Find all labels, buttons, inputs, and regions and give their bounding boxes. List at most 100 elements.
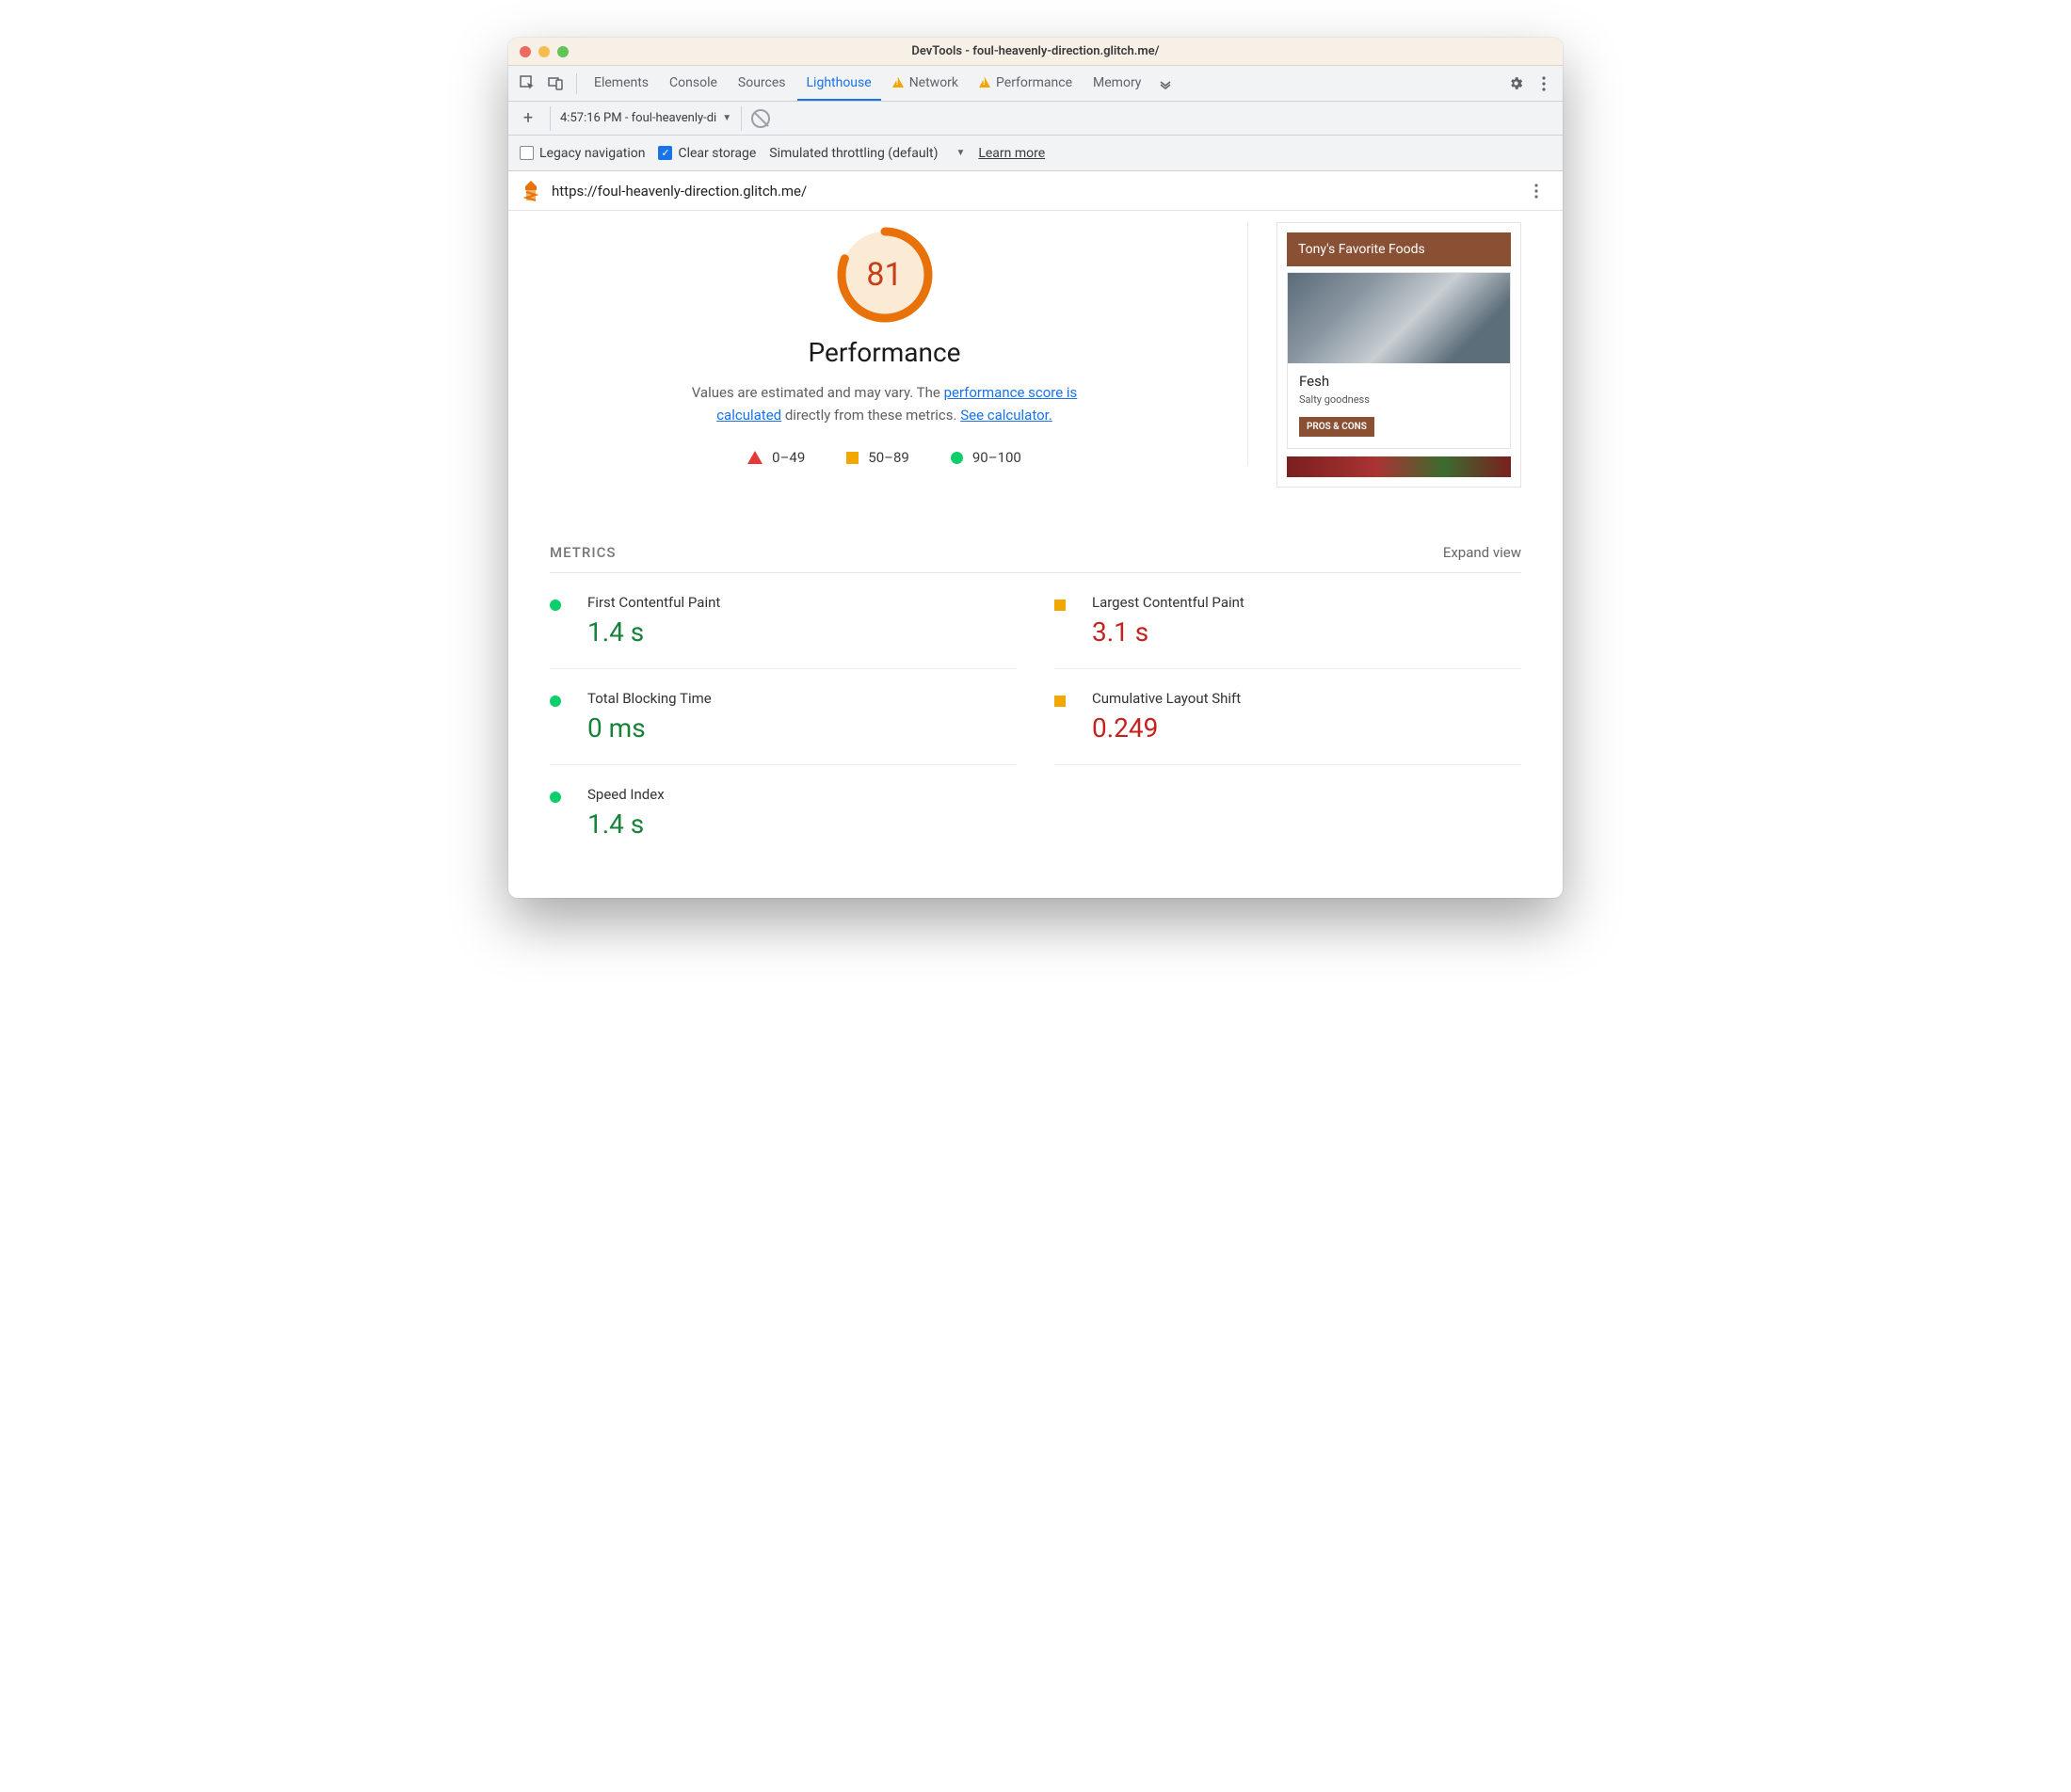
- tab-elements[interactable]: Elements: [585, 67, 658, 101]
- metric-name: Speed Index: [587, 786, 1017, 803]
- lighthouse-toolbar: + 4:57:16 PM - foul-heavenly-di ▼: [508, 102, 1563, 136]
- learn-more-link[interactable]: Learn more: [978, 146, 1045, 161]
- tab-network[interactable]: Network: [883, 67, 968, 101]
- legend-label: 0–49: [772, 449, 805, 466]
- square-icon: [846, 452, 859, 464]
- preview-card-button: PROS & CONS: [1299, 417, 1374, 437]
- metric-name: Total Blocking Time: [587, 690, 1017, 707]
- warning-icon: [979, 77, 990, 88]
- page-preview: Tony's Favorite Foods Fesh Salty goodnes…: [1276, 222, 1521, 488]
- pass-indicator-icon: [550, 696, 561, 707]
- legend-label: 90–100: [972, 449, 1021, 466]
- gauge-column: 81 Performance Values are estimated and …: [550, 222, 1248, 466]
- chevron-down-icon: ▼: [722, 113, 731, 123]
- metric-value: 0.249: [1092, 712, 1521, 744]
- checkbox-icon: [520, 146, 534, 160]
- pass-indicator-icon: [550, 600, 561, 611]
- tab-lighthouse[interactable]: Lighthouse: [797, 67, 881, 101]
- metrics-title: METRICS: [550, 544, 616, 561]
- metrics-header: METRICS Expand view: [550, 544, 1521, 573]
- gauge-title: Performance: [809, 337, 961, 368]
- tab-label: Sources: [738, 75, 786, 90]
- tab-sources[interactable]: Sources: [729, 67, 795, 101]
- throttling-label: Simulated throttling (default): [769, 146, 938, 161]
- metric-name: Largest Contentful Paint: [1092, 594, 1521, 611]
- device-toolbar-icon[interactable]: [542, 71, 569, 97]
- checkbox-icon: ✓: [658, 146, 672, 160]
- tab-label: Console: [669, 75, 717, 90]
- kebab-menu-icon[interactable]: [1531, 71, 1557, 97]
- metric-value: 1.4 s: [587, 616, 1017, 648]
- checkbox-label: Clear storage: [678, 146, 756, 161]
- audit-selector-label: 4:57:16 PM - foul-heavenly-di: [560, 111, 716, 125]
- report-url: https://foul-heavenly-direction.glitch.m…: [552, 183, 807, 200]
- preview-card-image: [1288, 273, 1510, 363]
- performance-gauge[interactable]: 81: [836, 226, 934, 324]
- checkbox-label: Legacy navigation: [539, 146, 645, 161]
- score-legend: 0–49 50–89 90–100: [747, 449, 1021, 466]
- metric-cls[interactable]: Cumulative Layout Shift 0.249: [1054, 669, 1521, 765]
- warning-icon: [892, 77, 904, 88]
- settings-gear-icon[interactable]: [1502, 71, 1529, 97]
- chevron-down-icon: ▼: [955, 148, 965, 158]
- gauge-description: Values are estimated and may vary. The p…: [678, 381, 1092, 426]
- average-indicator-icon: [1054, 600, 1066, 611]
- preview-card-body: Fesh Salty goodness PROS & CONS: [1288, 363, 1510, 448]
- gauge-score: 81: [836, 226, 934, 324]
- report-url-bar: https://foul-heavenly-direction.glitch.m…: [508, 171, 1563, 211]
- metric-value: 0 ms: [587, 712, 1017, 744]
- audit-selector[interactable]: 4:57:16 PM - foul-heavenly-di ▼: [550, 106, 742, 131]
- legend-label: 50–89: [868, 449, 909, 466]
- throttling-dropdown[interactable]: Simulated throttling (default) ▼: [769, 146, 965, 161]
- preview-card-subtitle: Salty goodness: [1299, 393, 1499, 406]
- preview-card-title: Fesh: [1299, 373, 1499, 390]
- new-audit-button[interactable]: +: [516, 106, 540, 131]
- desc-text: directly from these metrics.: [781, 407, 960, 424]
- window-title: DevTools - foul-heavenly-direction.glitc…: [508, 44, 1563, 58]
- legend-pass: 90–100: [951, 449, 1021, 466]
- pass-indicator-icon: [550, 792, 561, 803]
- more-tabs-icon[interactable]: [1152, 71, 1179, 97]
- separator: [576, 73, 577, 94]
- legend-fail: 0–49: [747, 449, 805, 466]
- metric-lcp[interactable]: Largest Contentful Paint 3.1 s: [1054, 573, 1521, 669]
- lighthouse-report: 81 Performance Values are estimated and …: [508, 211, 1563, 898]
- metric-value: 1.4 s: [587, 808, 1017, 840]
- average-indicator-icon: [1054, 696, 1066, 707]
- triangle-icon: [747, 451, 763, 464]
- desc-text: Values are estimated and may vary. The: [692, 384, 944, 401]
- metric-si[interactable]: Speed Index 1.4 s: [550, 765, 1017, 860]
- tab-memory[interactable]: Memory: [1084, 67, 1150, 101]
- calculator-link[interactable]: See calculator.: [960, 407, 1052, 424]
- devtools-tabbar: Elements Console Sources Lighthouse Netw…: [508, 66, 1563, 102]
- devtools-window: DevTools - foul-heavenly-direction.glitc…: [508, 38, 1563, 898]
- titlebar: DevTools - foul-heavenly-direction.glitc…: [508, 38, 1563, 66]
- tab-label: Memory: [1093, 75, 1141, 90]
- tab-label: Performance: [996, 75, 1072, 90]
- tab-performance[interactable]: Performance: [970, 67, 1082, 101]
- legacy-navigation-checkbox[interactable]: Legacy navigation: [520, 146, 645, 161]
- metric-name: First Contentful Paint: [587, 594, 1017, 611]
- metric-fcp[interactable]: First Contentful Paint 1.4 s: [550, 573, 1017, 669]
- expand-view-toggle[interactable]: Expand view: [1443, 544, 1521, 561]
- metrics-grid: First Contentful Paint 1.4 s Largest Con…: [550, 573, 1521, 860]
- metric-name: Cumulative Layout Shift: [1092, 690, 1521, 707]
- metric-value: 3.1 s: [1092, 616, 1521, 648]
- tab-label: Network: [909, 75, 958, 90]
- lighthouse-options: Legacy navigation ✓ Clear storage Simula…: [508, 136, 1563, 171]
- report-summary: 81 Performance Values are estimated and …: [550, 222, 1521, 488]
- preview-card: Fesh Salty goodness PROS & CONS: [1287, 272, 1511, 449]
- preview-header: Tony's Favorite Foods: [1287, 232, 1511, 266]
- clear-storage-checkbox[interactable]: ✓ Clear storage: [658, 146, 756, 161]
- circle-icon: [951, 452, 963, 464]
- lighthouse-logo-icon: [522, 180, 540, 202]
- metric-tbt[interactable]: Total Blocking Time 0 ms: [550, 669, 1017, 765]
- report-menu-icon[interactable]: [1523, 178, 1549, 204]
- preview-card-strip: [1287, 456, 1511, 477]
- inspect-element-icon[interactable]: [514, 71, 540, 97]
- tab-label: Elements: [594, 75, 649, 90]
- legend-average: 50–89: [846, 449, 909, 466]
- clear-icon[interactable]: [751, 109, 770, 128]
- tab-console[interactable]: Console: [660, 67, 727, 101]
- tab-label: Lighthouse: [807, 75, 872, 90]
